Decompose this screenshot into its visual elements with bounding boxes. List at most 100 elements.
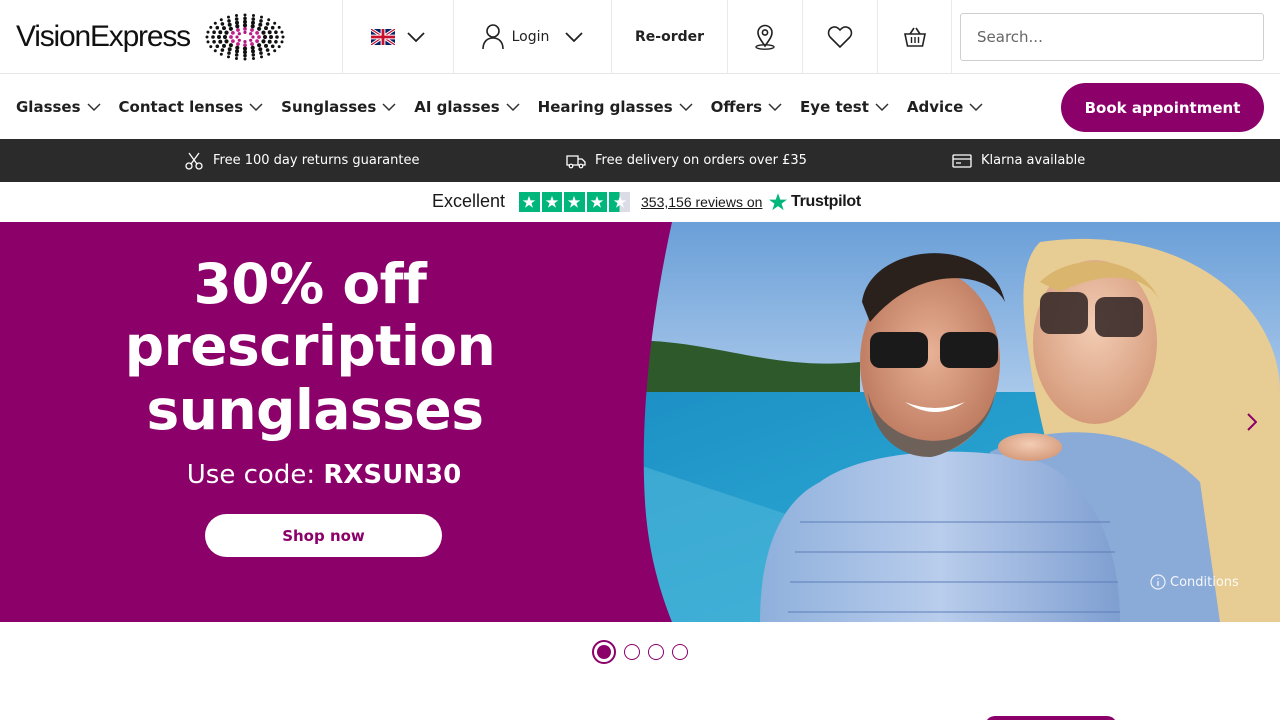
logo-dot <box>243 30 247 34</box>
store-locator-button[interactable] <box>727 0 802 74</box>
logo-dot <box>261 39 266 44</box>
country-selector[interactable] <box>342 0 453 74</box>
chevron-down-icon <box>875 103 889 111</box>
carousel-pagination <box>592 640 688 664</box>
logo-dot <box>205 35 209 39</box>
nav-item-advice[interactable]: Advice <box>907 98 983 116</box>
hero-banner[interactable]: 30% off prescription sunglasses Use code… <box>0 222 1280 622</box>
logo-dot <box>259 55 263 59</box>
logo-dot <box>259 51 263 55</box>
logo-dot <box>221 26 226 31</box>
user-icon <box>481 24 504 50</box>
logo-dot <box>234 53 239 57</box>
chevron-down-icon <box>969 103 983 111</box>
logo-dot <box>275 35 279 39</box>
card-icon <box>952 153 972 168</box>
nav-item-eye-test[interactable]: Eye test <box>800 98 889 116</box>
trustpilot-reviews-link[interactable]: 353,156 reviews on <box>641 194 762 210</box>
vision-express-logo[interactable]: VisionExpress <box>16 12 292 62</box>
chevron-down-icon <box>506 103 520 111</box>
logo-dot <box>261 30 266 35</box>
logo-dot <box>257 35 261 39</box>
usp-bar: Free 100 day returns guarantee Free deli… <box>0 139 1280 182</box>
wishlist-button[interactable] <box>802 0 877 74</box>
below-fold-button-peek[interactable] <box>985 716 1117 720</box>
search-input[interactable] <box>960 13 1264 61</box>
logo-dot <box>250 49 255 54</box>
logo-dot <box>251 57 255 60</box>
logo-dot <box>218 30 223 35</box>
login-menu[interactable]: Login <box>453 0 611 74</box>
logo-dot <box>220 22 225 26</box>
logo-dot <box>250 45 255 50</box>
logo-dot <box>226 55 230 59</box>
logo-dot <box>277 45 281 49</box>
logo-dot <box>262 34 268 40</box>
nav-item-sunglasses[interactable]: Sunglasses <box>281 98 396 116</box>
logo-dot <box>235 24 240 29</box>
logo-dot <box>249 38 253 42</box>
nav-item-hearing-glasses[interactable]: Hearing glasses <box>538 98 693 116</box>
logo-dot <box>228 26 233 31</box>
logo-dot <box>224 39 229 44</box>
hero-headline-line2: prescription <box>124 314 496 378</box>
logo-dot <box>281 35 285 39</box>
logo-dot <box>236 42 240 46</box>
logo-dot <box>212 40 216 44</box>
nav-item-label: Eye test <box>800 98 869 116</box>
trustpilot-stars <box>519 192 630 212</box>
logo-dot <box>280 40 284 44</box>
carousel-next-arrow[interactable] <box>1240 408 1264 436</box>
logo-dot <box>235 45 240 50</box>
carousel-dot-2[interactable] <box>624 644 640 660</box>
login-label: Login <box>511 29 550 45</box>
logo-dot <box>229 35 233 39</box>
carousel-dot-4[interactable] <box>672 644 688 660</box>
main-navigation: Glasses Contact lenses Sunglasses AI gla… <box>0 75 1280 139</box>
logo-dot <box>251 17 256 21</box>
chevron-down-icon <box>87 103 101 111</box>
nav-items: Glasses Contact lenses Sunglasses AI gla… <box>16 75 983 139</box>
nav-item-glasses[interactable]: Glasses <box>16 98 101 116</box>
info-icon <box>1150 574 1166 590</box>
logo-dot <box>226 15 230 19</box>
nav-item-contact-lenses[interactable]: Contact lenses <box>119 98 264 116</box>
conditions-label: Conditions <box>1170 574 1239 590</box>
logo-dot <box>263 26 268 31</box>
logo-dot <box>213 21 217 25</box>
usp-returns: Free 100 day returns guarantee <box>184 139 419 182</box>
nav-item-offers[interactable]: Offers <box>711 98 782 116</box>
uk-flag-icon <box>371 29 395 45</box>
logo-dot <box>251 14 255 17</box>
nav-item-ai-glasses[interactable]: AI glasses <box>414 98 520 116</box>
nav-item-label: Contact lenses <box>118 98 244 116</box>
carousel-dot-1[interactable] <box>592 640 616 664</box>
logo-dot <box>277 25 281 29</box>
logo-dot <box>250 28 254 32</box>
logo-dot <box>216 35 221 39</box>
logo-dot <box>224 30 229 35</box>
basket-button[interactable] <box>877 0 952 74</box>
heart-icon <box>827 26 853 49</box>
logo-dot <box>230 31 235 35</box>
shop-now-button[interactable]: Shop now <box>205 514 442 557</box>
logo-dot <box>218 39 223 44</box>
trustpilot-widget[interactable]: Excellent 353,156 reviews on Trustpilot <box>0 182 1280 222</box>
logo-dot <box>259 19 263 23</box>
conditions-link[interactable]: Conditions <box>1150 574 1239 590</box>
logo-dot <box>250 24 255 29</box>
book-appointment-button[interactable]: Book appointment <box>1061 83 1264 132</box>
logo-dot <box>251 53 256 57</box>
logo-dot <box>243 53 247 58</box>
logo-dot <box>250 42 254 46</box>
logo-dot <box>273 49 277 53</box>
chevron-down-icon <box>565 32 584 42</box>
trustpilot-star-icon <box>769 193 787 211</box>
carousel-dot-3[interactable] <box>648 644 664 660</box>
basket-icon <box>903 27 926 47</box>
trustpilot-star-5 <box>609 192 630 212</box>
reorder-link[interactable]: Re-order <box>611 0 727 74</box>
logo-dot <box>221 43 226 48</box>
trustpilot-star-1 <box>519 192 540 212</box>
reorder-label: Re-order <box>634 29 705 45</box>
